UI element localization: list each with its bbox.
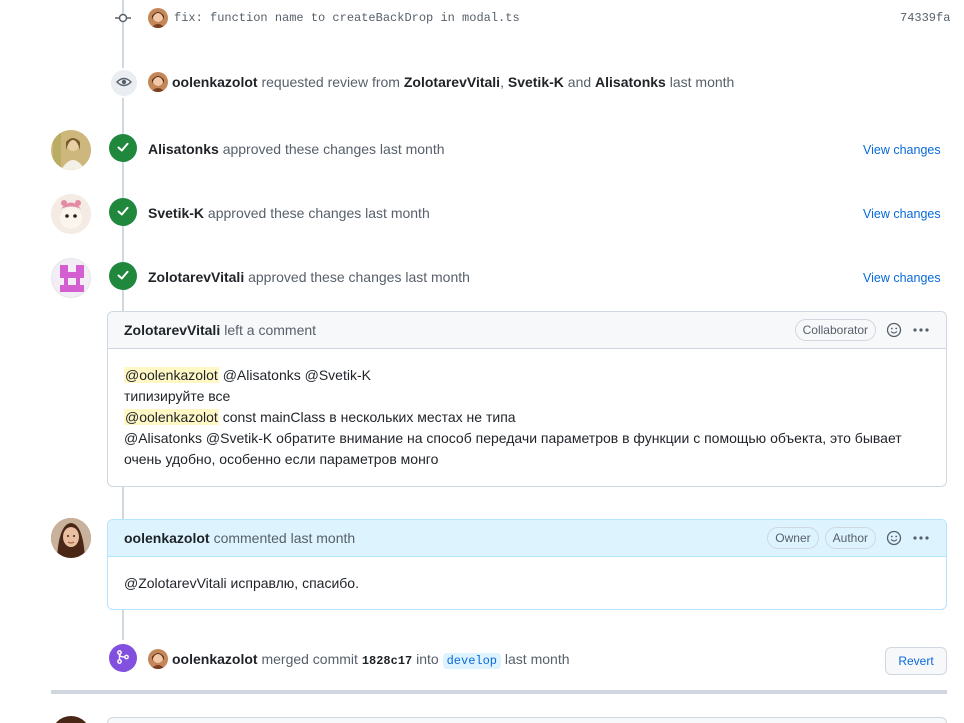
merged-badge — [109, 644, 137, 672]
merger-name[interactable]: oolenkazolot — [172, 651, 258, 667]
comment-line: типизируйте все — [124, 388, 231, 404]
check-icon — [115, 139, 131, 158]
mention-oolenkazolot[interactable]: @oolenkazolot — [124, 409, 219, 425]
approval-text-alisatonks: Alisatonks approved these changes last m… — [148, 141, 445, 157]
approved-badge-zolotarevvitali — [109, 262, 137, 290]
merge-into: into — [416, 651, 439, 667]
review-comment-body: @oolenkazolot @Alisatonks @Svetik-K типи… — [108, 349, 946, 486]
comment-line: @ZolotarevVitali исправлю, спасибо. — [124, 575, 359, 591]
view-changes-link-alisatonks[interactable]: View changes — [863, 143, 941, 157]
review-comment: ZolotarevVitali left a comment Collabora… — [107, 311, 947, 487]
review-request-badge — [109, 68, 139, 98]
smiley-icon[interactable] — [886, 530, 902, 546]
reviewer-link-zolotarev[interactable]: ZolotarevVitali — [404, 74, 500, 90]
reviewer-and: and — [567, 74, 592, 90]
eye-icon — [116, 74, 132, 93]
approver-name-zolotarevvitali[interactable]: ZolotarevVitali — [148, 269, 244, 285]
merge-verb: merged commit — [261, 651, 358, 667]
check-icon — [115, 203, 131, 222]
review-request-text: oolenkazolot requested review from Zolot… — [172, 74, 734, 90]
review-requester-avatar[interactable] — [148, 72, 168, 92]
comment-author-name[interactable]: ZolotarevVitali — [124, 322, 220, 338]
comment-action: left a comment — [224, 322, 317, 338]
kebab-menu-icon[interactable] — [912, 530, 930, 546]
mention-text: @Alisatonks @Svetik-K — [222, 367, 371, 383]
revert-button[interactable]: Revert — [885, 647, 947, 675]
comment-text: const mainClass в нескольких местах не т… — [222, 409, 516, 425]
next-comment-box — [107, 717, 947, 723]
comment-line: @Alisatonks @Svetik-K обратите внимание … — [124, 430, 902, 446]
approval-text-zolotarevvitali: ZolotarevVitali approved these changes l… — [148, 269, 470, 285]
branch-chip[interactable]: develop — [442, 653, 502, 669]
collaborator-badge: Collaborator — [794, 319, 876, 341]
reviewer-link-alisatonks[interactable]: Alisatonks — [595, 74, 666, 90]
owner-comment: oolenkazolot commented last month Owner … — [107, 519, 947, 610]
review-request-time[interactable]: last month — [670, 74, 735, 90]
mention-oolenkazolot[interactable]: @oolenkazolot — [124, 367, 219, 383]
reviewer-separator: , — [500, 74, 504, 90]
merge-text: oolenkazolot merged commit 1828c17 into … — [172, 651, 570, 669]
smiley-icon[interactable] — [886, 322, 902, 338]
next-comment-avatar[interactable] — [51, 716, 91, 723]
merge-time[interactable]: last month — [505, 651, 570, 667]
commit-sha-link[interactable]: 74339fa — [900, 11, 950, 25]
review-requester-name[interactable]: oolenkazolot — [172, 74, 258, 90]
kebab-menu-icon[interactable] — [912, 322, 930, 338]
timeline-end-divider — [51, 690, 947, 694]
comment-author-name[interactable]: oolenkazolot — [124, 530, 210, 546]
svetik-k-avatar[interactable] — [51, 194, 91, 234]
approved-badge-alisatonks — [109, 134, 137, 162]
approval-text-svetik-k: Svetik-K approved these changes last mon… — [148, 205, 430, 221]
approval-text: approved these changes last month — [207, 205, 430, 221]
approved-badge-svetik-k — [109, 198, 137, 226]
approval-text: approved these changes last month — [248, 269, 470, 285]
review-request-verb: requested review from — [261, 74, 400, 90]
commit-icon — [115, 10, 131, 29]
comment-line: @oolenkazolot const mainClass в нескольк… — [124, 407, 930, 428]
oolenkazolot-avatar[interactable] — [51, 518, 91, 558]
view-changes-link-svetik-k[interactable]: View changes — [863, 207, 941, 221]
alisatonks-avatar[interactable] — [51, 130, 91, 170]
owner-comment-body: @ZolotarevVitali исправлю, спасибо. — [108, 557, 946, 610]
comment-line: @oolenkazolot @Alisatonks @Svetik-K — [124, 365, 930, 386]
approver-name-svetik-k[interactable]: Svetik-K — [148, 205, 204, 221]
approver-name-alisatonks[interactable]: Alisatonks — [148, 141, 219, 157]
comment-line: очень удобно, особенно если параметров м… — [124, 451, 439, 467]
commit-author-avatar[interactable] — [148, 8, 168, 28]
view-changes-link-zolotarevvitali[interactable]: View changes — [863, 271, 941, 285]
git-merge-icon — [115, 649, 131, 668]
owner-badge: Owner — [767, 527, 819, 549]
merge-commit-sha[interactable]: 1828c17 — [362, 654, 412, 668]
author-badge: Author — [824, 527, 876, 549]
reviewer-link-svetik[interactable]: Svetik-K — [508, 74, 564, 90]
zolotarevvitali-avatar[interactable] — [51, 258, 91, 298]
comment-action: commented last month — [213, 530, 356, 546]
approval-text: approved these changes last month — [222, 141, 445, 157]
review-comment-header: ZolotarevVitali left a comment Collabora… — [108, 312, 946, 349]
merger-avatar[interactable] — [148, 649, 168, 669]
commit-message-link[interactable]: fix: function name to createBackDrop in … — [174, 11, 520, 25]
owner-comment-header: oolenkazolot commented last month Owner … — [108, 520, 946, 557]
check-icon — [115, 267, 131, 286]
